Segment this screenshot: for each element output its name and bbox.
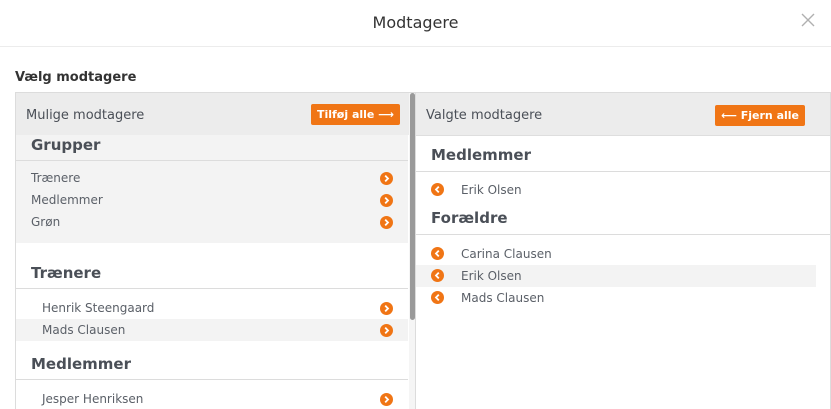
list-item[interactable]: Mads Clausen [416, 287, 816, 309]
chevron-left-icon[interactable] [431, 183, 444, 196]
list-item[interactable]: Trænere [16, 167, 408, 189]
list-item[interactable]: Carina Clausen [416, 243, 816, 265]
add-all-button[interactable]: Tilføj alle ⟶ [310, 104, 400, 125]
list-item[interactable]: Jesper Henriksen [16, 388, 408, 409]
group-title-medlemmer: Medlemmer [431, 146, 531, 164]
group-title-foraeldre: Forældre [431, 209, 508, 227]
selected-recipients-header: Valgte modtagere ⟵ Fjern alle [416, 93, 830, 136]
available-recipients-pane: Mulige modtagere Tilføj alle ⟶ Grupper T… [15, 92, 415, 409]
remove-all-button[interactable]: ⟵ Fjern alle [715, 105, 805, 126]
list-item-label: Erik Olsen [461, 269, 522, 283]
chevron-right-icon[interactable] [380, 324, 393, 337]
divider [416, 171, 830, 172]
chevron-left-icon[interactable] [431, 247, 444, 260]
section-label: Vælg modtagere [15, 70, 137, 85]
list-item[interactable]: Mads Clausen [16, 319, 408, 341]
list-item-label: Henrik Steengaard [42, 301, 155, 315]
close-icon[interactable] [801, 13, 815, 27]
list-item-label: Medlemmer [31, 193, 103, 207]
divider [16, 288, 408, 289]
list-item-label: Mads Clausen [42, 323, 126, 337]
list-item[interactable]: Erik Olsen [416, 265, 816, 287]
divider [416, 234, 830, 235]
arrow-right-icon: ⟶ [378, 108, 394, 121]
list-item[interactable]: Medlemmer [16, 189, 408, 211]
group-title-medlemmer: Medlemmer [31, 355, 131, 373]
selected-recipients-pane: Valgte modtagere ⟵ Fjern alle Medlemmer … [415, 92, 831, 409]
divider [16, 379, 408, 380]
chevron-right-icon[interactable] [380, 393, 393, 406]
chevron-right-icon[interactable] [380, 194, 393, 207]
modal-header: Modtagere [0, 0, 831, 47]
list-item-label: Carina Clausen [461, 247, 552, 261]
remove-all-label: Fjern alle [740, 109, 799, 122]
list-item[interactable]: Grøn [16, 211, 408, 233]
chevron-left-icon[interactable] [431, 291, 444, 304]
list-item-label: Erik Olsen [461, 183, 522, 197]
chevron-right-icon[interactable] [380, 216, 393, 229]
chevron-right-icon[interactable] [380, 302, 393, 315]
list-item-label: Grøn [31, 215, 61, 229]
group-title-traenere: Trænere [31, 264, 102, 282]
chevron-right-icon[interactable] [380, 172, 393, 185]
chevron-left-icon[interactable] [431, 269, 444, 282]
divider [16, 160, 408, 161]
group-title-grupper: Grupper [31, 136, 101, 154]
list-item[interactable]: Henrik Steengaard [16, 297, 408, 319]
selected-recipients-title: Valgte modtagere [426, 108, 543, 123]
list-item-label: Mads Clausen [461, 291, 545, 305]
list-item-label: Trænere [31, 171, 81, 185]
available-recipients-title: Mulige modtagere [26, 108, 145, 123]
list-item[interactable]: Erik Olsen [416, 179, 816, 201]
add-all-label: Tilføj alle [316, 108, 375, 121]
arrow-left-icon: ⟵ [721, 109, 737, 122]
available-recipients-header: Mulige modtagere Tilføj alle ⟶ [16, 93, 415, 135]
modal-title: Modtagere [372, 13, 459, 32]
list-item-label: Jesper Henriksen [42, 392, 144, 406]
